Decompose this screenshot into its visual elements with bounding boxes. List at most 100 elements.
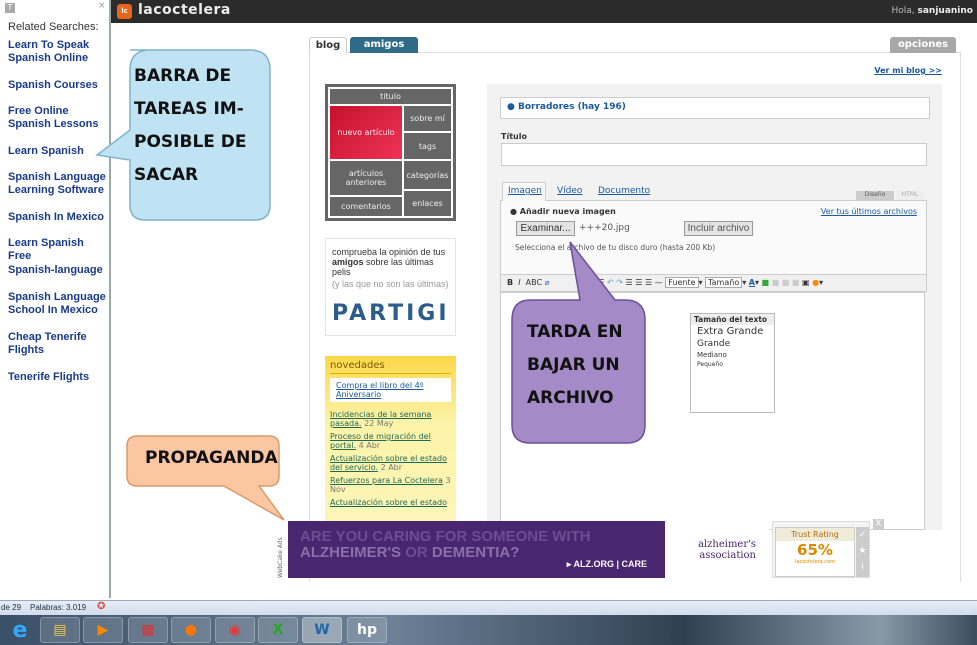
related-link[interactable]: Spanish-language xyxy=(8,264,108,277)
tab-opciones[interactable]: opciones xyxy=(890,37,956,53)
word-icon[interactable]: W xyxy=(302,617,342,643)
hp-icon[interactable]: hp xyxy=(347,617,387,643)
titulo-label: Título xyxy=(501,132,527,141)
callout-line: ARCHIVO xyxy=(527,388,614,408)
size-option[interactable]: Extra Grande xyxy=(691,325,774,338)
related-link[interactable]: Learn Spanish xyxy=(8,145,108,158)
related-link[interactable]: Tenerife Flights xyxy=(8,371,108,384)
news-date: 4 Abr xyxy=(358,441,381,450)
tab-imagen[interactable]: Imagen xyxy=(508,186,542,196)
ad-line2c: DEMENTIA? xyxy=(431,544,520,561)
news-link[interactable]: Proceso de migración del portal. xyxy=(330,432,431,450)
related-link[interactable]: Learn To Speak Spanish Online xyxy=(8,39,108,65)
trust-title: Trust Rating xyxy=(776,528,854,541)
font-select[interactable]: Fuente xyxy=(665,277,699,288)
ad-cta[interactable]: ▸ ALZ.ORG | CARE xyxy=(567,556,647,572)
size-option[interactable]: Grande xyxy=(691,338,774,350)
menu-enlaces[interactable]: enlaces xyxy=(404,191,451,216)
size-dropdown: Tamaño del texto Extra Grande Grande Med… xyxy=(690,313,775,413)
ad-line2a: ALZHEIMER'S xyxy=(300,544,402,561)
size-option[interactable]: Pequeño xyxy=(691,360,774,369)
news-link[interactable]: Refuerzos para La Coctelera xyxy=(330,476,443,485)
menu-comentarios[interactable]: comentarios xyxy=(330,197,402,216)
table-icon[interactable]: ■ ■ ■ xyxy=(772,278,800,287)
ad-line2b: OR xyxy=(401,544,432,561)
browse-button[interactable]: Examinar... xyxy=(516,221,575,236)
media-player-icon[interactable]: ▶ xyxy=(83,617,123,643)
ad-close-button[interactable]: X xyxy=(873,519,884,530)
callout-line: BAJAR UN xyxy=(527,355,620,375)
include-file-button[interactable]: Incluir archivo xyxy=(684,221,753,236)
image-icon[interactable]: ■ xyxy=(762,278,770,287)
alz-org1: alzheimer's xyxy=(697,539,756,550)
excel-icon[interactable]: X xyxy=(258,617,298,643)
callout-line: SACAR xyxy=(134,165,199,185)
related-link[interactable]: Cheap Tenerife Flights xyxy=(8,331,108,357)
page-count[interactable]: de 29 xyxy=(1,603,21,612)
add-image-text: Añadir nueva imagen xyxy=(519,207,616,216)
tab-html[interactable]: HTML xyxy=(896,191,924,200)
emoticon-icon[interactable]: ● xyxy=(812,278,819,287)
related-link[interactable]: Spanish In Mexico xyxy=(8,211,108,224)
novedades-title: novedades xyxy=(330,360,451,374)
size-select[interactable]: Tamaño xyxy=(705,277,743,288)
blog-menu: titulo nuevo artículo sobre mí tags artí… xyxy=(325,84,456,221)
callout-line: POSIBLE DE xyxy=(134,132,247,152)
related-link[interactable]: Spanish Language Learning Software xyxy=(8,171,108,197)
partigi-logo: PARTIGI xyxy=(332,301,450,326)
ad-label: WebCake Ads xyxy=(277,537,284,578)
brand-name[interactable]: lacoctelera xyxy=(138,2,231,18)
file-explorer-icon[interactable]: ▤ xyxy=(40,617,80,643)
acrobat-icon[interactable]: ▩ xyxy=(128,617,168,643)
tab-amigos[interactable]: amigos xyxy=(350,37,418,53)
ver-archivos-link[interactable]: Ver tus últimos archivos xyxy=(821,207,917,216)
menu-sobre-mi[interactable]: sobre mí xyxy=(404,106,451,131)
selected-file: +++20.jpg xyxy=(579,223,630,233)
lacoctelera-logo-icon[interactable]: lc xyxy=(117,4,132,19)
ver-mi-blog-link[interactable]: Ver mi blog >> xyxy=(874,66,942,75)
tab-diseno[interactable]: Diseño xyxy=(856,191,894,200)
related-link[interactable]: Free Online Spanish Lessons xyxy=(8,105,108,131)
tab-blog[interactable]: blog xyxy=(309,37,347,53)
alzheimer-ad[interactable]: ARE YOU CARING FOR SOMEONE WITH ALZHEIME… xyxy=(288,521,665,578)
related-link[interactable]: Spanish Courses xyxy=(8,79,108,92)
menu-nuevo-articulo[interactable]: nuevo artículo xyxy=(330,106,402,159)
menu-articulos-anteriores[interactable]: artículos anteriores xyxy=(330,161,402,195)
trust-rating-widget[interactable]: Trust Rating 65% lacoctelera.com ✓ ★ i xyxy=(772,521,870,578)
callout-line: TARDA EN xyxy=(527,322,623,342)
menu-tags[interactable]: tags xyxy=(404,133,451,159)
chrome-icon[interactable]: ◉ xyxy=(215,617,255,643)
word-count[interactable]: Palabras: 3.019 xyxy=(30,603,86,612)
word-status-bar: de 29 Palabras: 3.019 ✪ xyxy=(0,600,977,615)
proofing-icon[interactable]: ✪ xyxy=(97,601,105,612)
internet-explorer-icon[interactable]: e xyxy=(0,617,40,643)
firefox-icon[interactable]: ● xyxy=(171,617,211,643)
menu-categorias[interactable]: categorías xyxy=(404,161,451,189)
size-option[interactable]: Mediano xyxy=(691,350,774,360)
borradores-box[interactable]: ● Borradores (hay 196) xyxy=(500,97,930,119)
top-bar xyxy=(111,0,977,23)
paste-icon[interactable]: ▣ xyxy=(802,278,810,287)
tab-documento[interactable]: Documento xyxy=(598,186,650,196)
related-link[interactable]: Spanish Language School In Mexico xyxy=(8,291,108,317)
news-date: 22 May xyxy=(364,419,394,428)
trust-icons[interactable]: ✓ ★ i xyxy=(856,527,869,577)
callout-tarda: TARDA EN BAJAR UN ARCHIVO xyxy=(527,316,623,415)
borradores-label[interactable]: Borradores (hay 196) xyxy=(518,102,626,112)
ad-line1: ARE YOU CARING FOR SOMEONE WITH xyxy=(300,528,591,545)
text-color-icon[interactable]: A xyxy=(749,278,755,287)
username[interactable]: sanjuanino xyxy=(918,6,974,16)
callout-propaganda: PROPAGANDA xyxy=(145,448,278,468)
tab-video[interactable]: Vídeo xyxy=(557,186,582,196)
sidebar-heading: Related Searches: xyxy=(8,21,99,33)
close-icon[interactable]: × xyxy=(98,1,106,11)
related-link[interactable]: Learn Spanish Free xyxy=(8,237,108,263)
trust-value: 65% xyxy=(797,541,833,559)
alz-logo[interactable]: alzheimer's association xyxy=(665,521,770,578)
menu-titulo[interactable]: titulo xyxy=(330,89,451,104)
featured-link[interactable]: Compra el libro del 4º Aniversario xyxy=(336,381,423,399)
news-link[interactable]: Actualización sobre el estado xyxy=(330,498,447,507)
titulo-input[interactable] xyxy=(501,143,927,166)
partigi-ad[interactable]: comprueba la opinión de tus amigos sobre … xyxy=(325,238,456,336)
partigi-line1: comprueba la opinión de tus xyxy=(332,247,446,257)
